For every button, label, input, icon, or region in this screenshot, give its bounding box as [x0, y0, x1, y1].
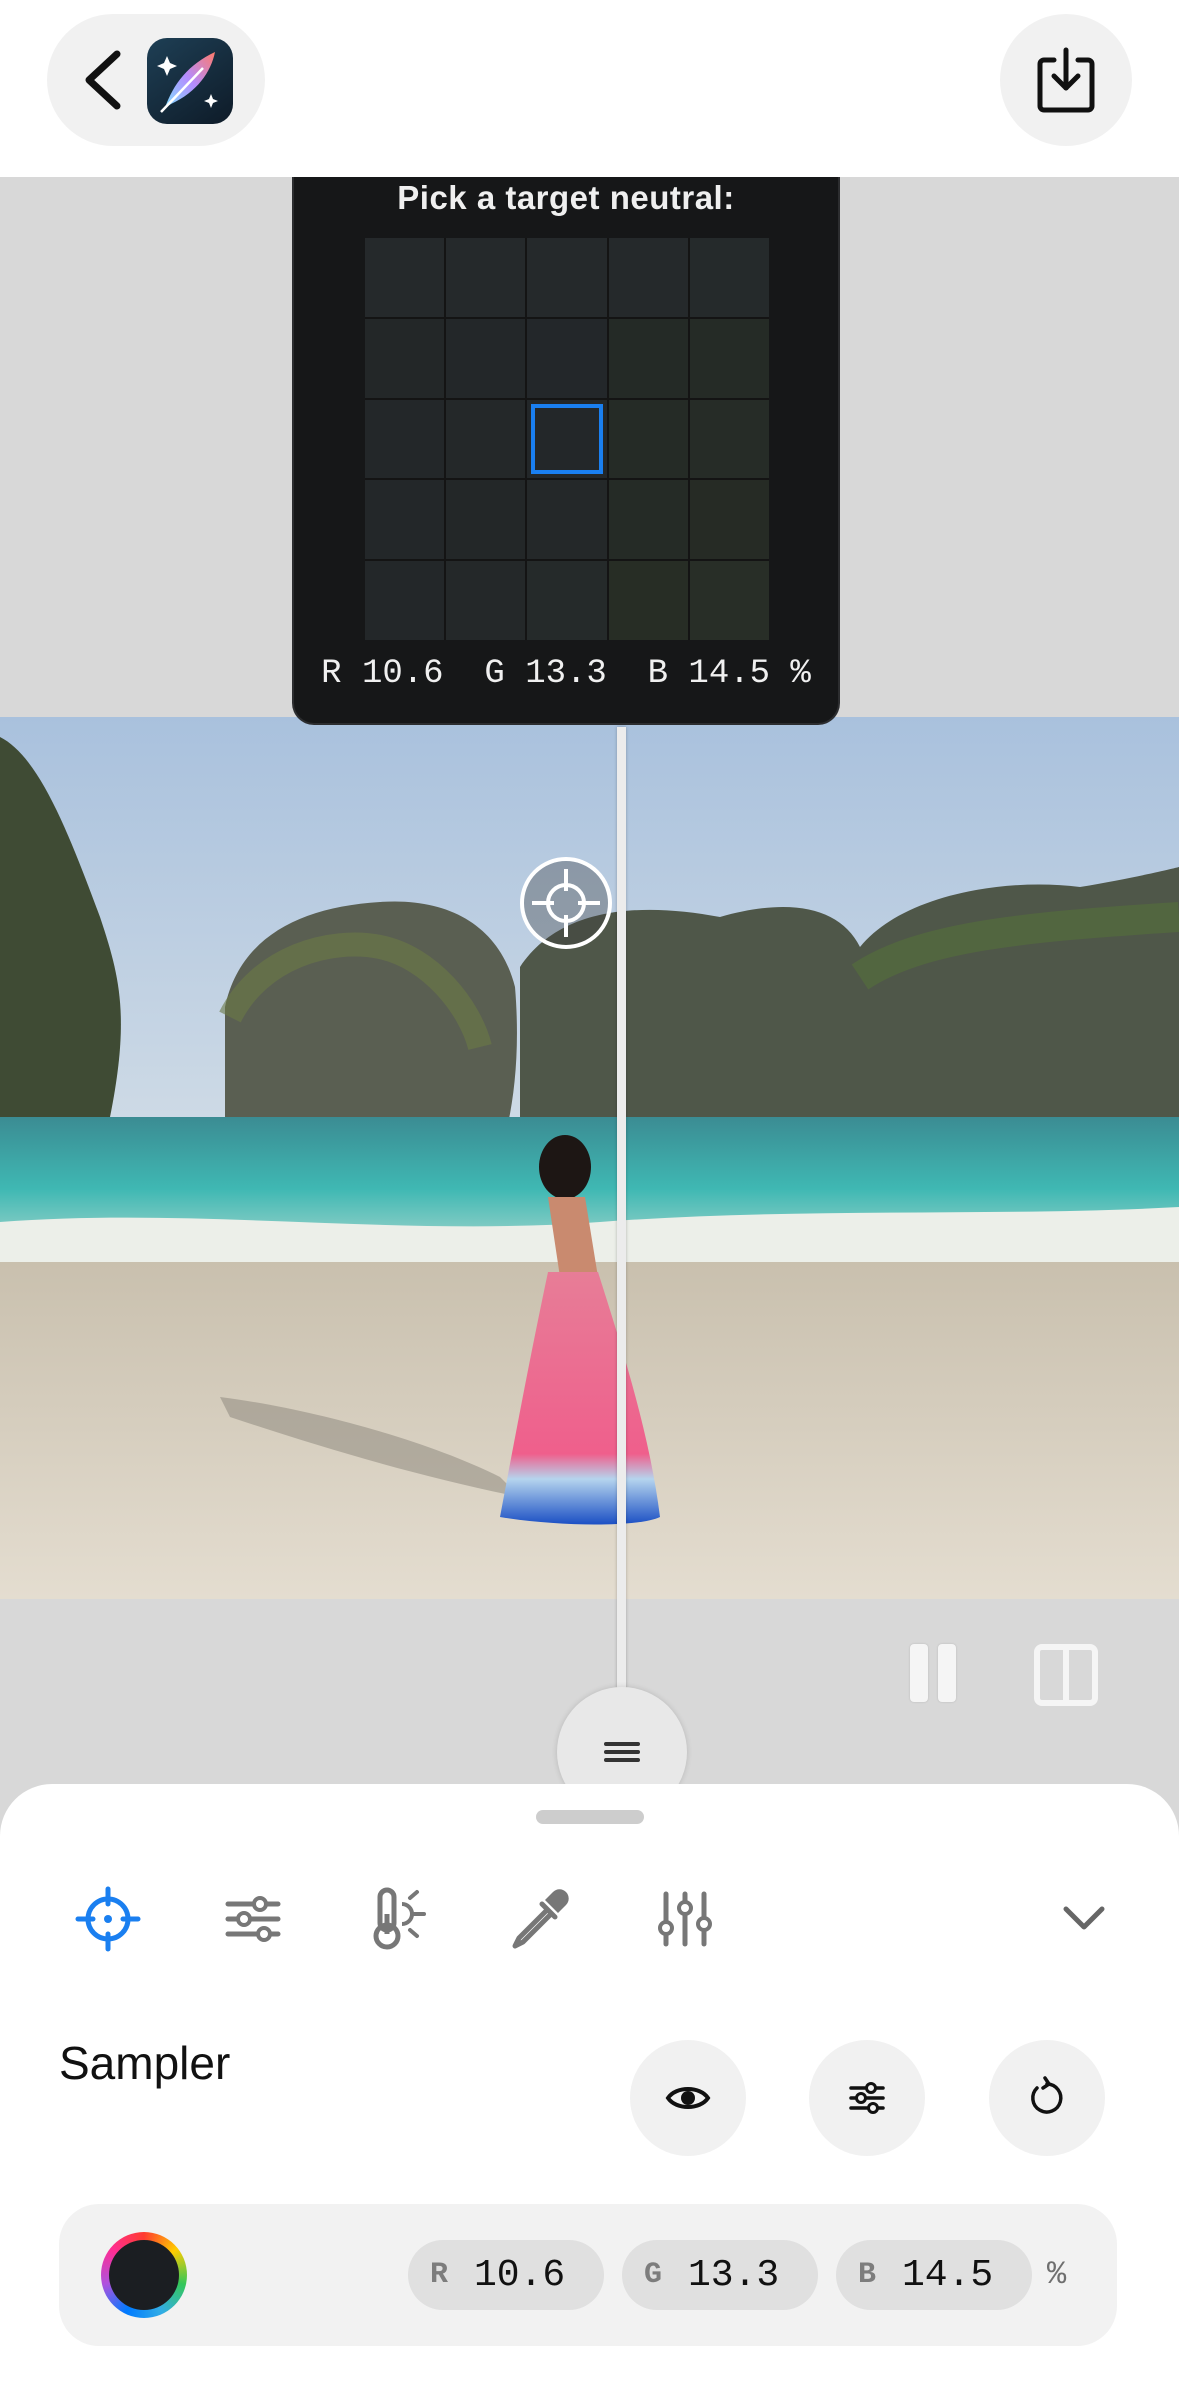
back-button[interactable]	[75, 48, 135, 112]
swatch-cell[interactable]	[365, 318, 445, 398]
eyedropper-icon	[512, 1889, 569, 1949]
blue-label: B	[858, 2258, 877, 2292]
red-label: R	[430, 2258, 449, 2292]
nav-pill	[47, 14, 265, 146]
blue-value-field[interactable]: B 14.5	[836, 2240, 1032, 2310]
split-view-button[interactable]	[1034, 1644, 1098, 1706]
sliders-horizontal-icon	[225, 1896, 281, 1942]
chevron-left-icon	[85, 50, 121, 110]
swatch-cell[interactable]	[608, 238, 688, 317]
swatch-cell[interactable]	[446, 480, 526, 560]
sliders-vertical-icon	[658, 1891, 712, 1947]
beach-photo	[0, 717, 1179, 1599]
reset-button[interactable]	[989, 2040, 1105, 2156]
swatch-cell[interactable]	[689, 238, 769, 317]
sampler-values-card: R 10.6 G 13.3 B 14.5 %	[59, 2204, 1117, 2346]
tab-temperature[interactable]	[364, 1884, 434, 1954]
reset-icon	[1031, 2076, 1063, 2114]
swatch-cell[interactable]	[608, 399, 688, 479]
app-icon[interactable]	[147, 38, 233, 124]
swatch-cell[interactable]	[527, 561, 607, 640]
green-value: 13.3	[688, 2254, 780, 2297]
sheet-grabber[interactable]	[536, 1810, 644, 1824]
color-wheel-button[interactable]	[101, 2232, 187, 2318]
green-value-field[interactable]: G 13.3	[622, 2240, 818, 2310]
swatch-cell[interactable]	[608, 480, 688, 560]
swatch-cell[interactable]	[689, 561, 769, 640]
swatch-cell[interactable]	[689, 399, 769, 479]
swatch-cell[interactable]	[446, 238, 526, 317]
swatch-cell[interactable]	[527, 238, 607, 317]
blue-value: 14.5	[902, 2254, 994, 2297]
thermometer-sun-icon	[373, 1887, 426, 1950]
collapse-sheet-button[interactable]	[1060, 1899, 1108, 1939]
red-value: 10.6	[474, 2254, 566, 2297]
pause-compare-button[interactable]	[908, 1644, 958, 1704]
swatch-cell[interactable]	[365, 480, 445, 560]
swatch-cell[interactable]	[446, 318, 526, 398]
bottom-sheet: Sampler R 10.6 G 13.3 B 14.5 %	[0, 1784, 1179, 2394]
percent-unit: %	[1047, 2256, 1067, 2293]
swatch-cell[interactable]	[527, 480, 607, 560]
sliders-icon	[849, 2082, 885, 2114]
section-title: Sampler	[59, 2037, 231, 2089]
tab-adjustments[interactable]	[218, 1884, 288, 1954]
sampler-settings-button[interactable]	[809, 2040, 925, 2156]
red-value-field[interactable]: R 10.6	[408, 2240, 604, 2310]
photo	[0, 717, 1179, 1599]
download-tray-icon	[1037, 47, 1095, 113]
chevron-down-icon	[1063, 1906, 1105, 1930]
tab-sampler[interactable]	[73, 1884, 143, 1954]
feather-sparkle-icon	[157, 52, 218, 113]
neutral-picker-loupe: Pick a target neutral: R 10.6 G 13.3 B 1…	[292, 177, 840, 725]
preview-toggle-button[interactable]	[630, 2040, 746, 2156]
swatch-cell[interactable]	[527, 318, 607, 398]
swatch-cell[interactable]	[608, 561, 688, 640]
swatch-cell[interactable]	[446, 399, 526, 479]
loupe-rgb-readout: R 10.6 G 13.3 B 14.5 %	[321, 655, 811, 693]
swatch-cell[interactable]	[689, 318, 769, 398]
loupe-title: Pick a target neutral:	[397, 179, 735, 216]
crosshair-icon	[532, 869, 600, 937]
top-bar	[0, 0, 1179, 177]
swatch-grid	[365, 238, 769, 640]
swatch-cell[interactable]	[365, 561, 445, 640]
save-button[interactable]	[1000, 14, 1132, 146]
green-label: G	[644, 2258, 663, 2292]
tab-eyedropper[interactable]	[505, 1884, 575, 1954]
eye-icon	[665, 2087, 711, 2109]
swatch-cell[interactable]	[608, 318, 688, 398]
swatch-cell[interactable]	[689, 480, 769, 560]
crosshair-icon	[75, 1886, 141, 1952]
tab-levels[interactable]	[650, 1884, 720, 1954]
target-marker[interactable]	[520, 857, 612, 949]
swatch-cell[interactable]	[446, 561, 526, 640]
swatch-cell[interactable]	[527, 399, 607, 479]
swatch-cell[interactable]	[365, 399, 445, 479]
swatch-cell[interactable]	[365, 238, 445, 317]
